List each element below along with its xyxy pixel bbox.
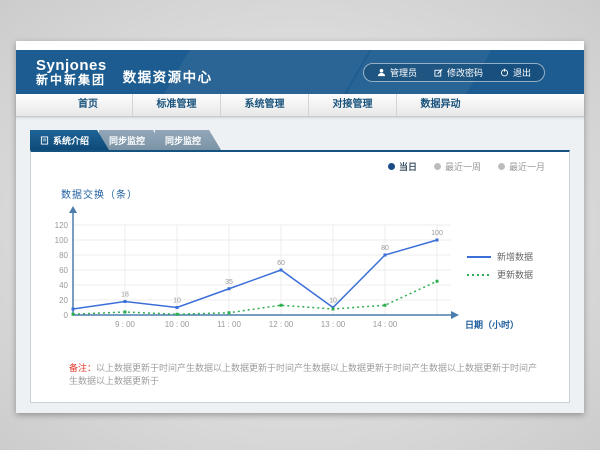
svg-text:9 : 00: 9 : 00 [115, 320, 136, 329]
page-top-strip [16, 41, 584, 50]
content-area: 系统介绍 同步监控 同步监控 当日 最近一周 [16, 117, 584, 403]
radio-label: 当日 [399, 160, 417, 173]
svg-text:80: 80 [381, 245, 389, 252]
svg-text:35: 35 [225, 279, 233, 286]
svg-text:10: 10 [329, 298, 337, 305]
nav-item-interface-mgmt[interactable]: 对接管理 [308, 94, 396, 116]
footnote-text: 以上数据更新于时间产生数据以上数据更新于时间产生数据以上数据更新于时间产生数据以… [69, 363, 537, 386]
svg-text:100: 100 [55, 236, 69, 245]
line-chart: 0 20 40 60 80 100 120 9 : 00 10 : 00 11 : 00 12 : … [43, 203, 548, 343]
logout-button[interactable]: 退出 [500, 66, 531, 79]
logo-subtitle: 新中新集团 [36, 74, 107, 87]
radio-label: 最近一月 [509, 160, 545, 173]
company-logo: Synjones 新中新集团 [36, 58, 107, 86]
main-nav: 首页 标准管理 系统管理 对接管理 数据异动 [16, 94, 584, 117]
tab-label: 同步监控 [109, 134, 145, 147]
svg-text:60: 60 [59, 266, 68, 275]
radio-dot [388, 163, 395, 170]
nav-item-standard-mgmt[interactable]: 标准管理 [132, 94, 220, 116]
svg-text:13 : 00: 13 : 00 [321, 320, 346, 329]
app-header: Synjones 新中新集团 数据资源中心 管理员 修改密码 退出 [16, 50, 584, 94]
current-user-label: 管理员 [390, 66, 417, 79]
radio-dot [434, 163, 441, 170]
app-window: Synjones 新中新集团 数据资源中心 管理员 修改密码 退出 首页 标准管… [16, 41, 584, 413]
current-user-button[interactable]: 管理员 [377, 66, 417, 79]
change-password-button[interactable]: 修改密码 [434, 66, 483, 79]
tab-sync-monitor-2[interactable]: 同步监控 [155, 130, 221, 150]
svg-text:日期（小时）: 日期（小时） [465, 319, 519, 330]
user-icon [377, 68, 386, 77]
svg-text:0: 0 [64, 311, 69, 320]
tab-label: 系统介绍 [53, 134, 89, 147]
svg-text:20: 20 [59, 296, 68, 305]
radio-today[interactable]: 当日 [388, 160, 417, 173]
nav-item-data-change[interactable]: 数据异动 [396, 94, 484, 116]
tab-system-intro[interactable]: 系统介绍 [30, 130, 109, 150]
svg-text:14 : 00: 14 : 00 [373, 320, 398, 329]
time-range-filter: 当日 最近一周 最近一月 [388, 160, 545, 173]
nav-item-system-mgmt[interactable]: 系统管理 [220, 94, 308, 116]
svg-text:12 : 00: 12 : 00 [269, 320, 294, 329]
svg-text:11 : 00: 11 : 00 [217, 320, 241, 329]
radio-dot [498, 163, 505, 170]
svg-text:新增数据: 新增数据 [497, 251, 533, 262]
tab-strip: 系统介绍 同步监控 同步监控 [30, 130, 584, 150]
logo-wordmark: Synjones [36, 58, 107, 74]
user-menu: 管理员 修改密码 退出 [363, 63, 545, 82]
radio-last-month[interactable]: 最近一月 [498, 160, 545, 173]
document-icon [40, 136, 49, 145]
nav-item-home[interactable]: 首页 [44, 94, 132, 116]
svg-text:40: 40 [59, 281, 68, 290]
logout-label: 退出 [513, 66, 531, 79]
svg-text:18: 18 [121, 292, 129, 299]
svg-text:更新数据: 更新数据 [497, 269, 533, 280]
y-axis-title: 数据交换（条） [61, 186, 565, 201]
svg-text:100: 100 [431, 230, 443, 237]
chart-panel: 当日 最近一周 最近一月 数据交换（条） 0 20 40 60 80 100 120 9 : … [30, 150, 570, 403]
edit-icon [434, 68, 443, 77]
radio-last-week[interactable]: 最近一周 [434, 160, 481, 173]
svg-text:80: 80 [59, 251, 68, 260]
power-icon [500, 68, 509, 77]
tab-label: 同步监控 [165, 134, 201, 147]
svg-text:120: 120 [55, 221, 69, 230]
page-title: 数据资源中心 [123, 66, 213, 86]
svg-text:60: 60 [277, 260, 285, 267]
svg-text:10 : 00: 10 : 00 [165, 320, 190, 329]
change-password-label: 修改密码 [447, 66, 483, 79]
footnote-prefix: 备注： [69, 363, 96, 373]
svg-text:10: 10 [173, 298, 181, 305]
radio-label: 最近一周 [445, 160, 481, 173]
footnote: 备注：以上数据更新于时间产生数据以上数据更新于时间产生数据以上数据更新于时间产生… [69, 361, 565, 387]
